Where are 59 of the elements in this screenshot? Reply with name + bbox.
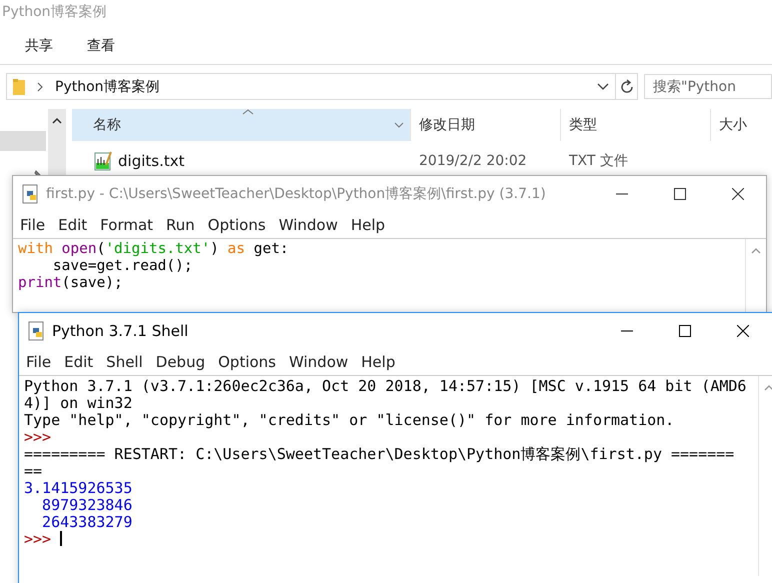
minimize-icon[interactable]	[616, 193, 628, 195]
close-icon[interactable]	[737, 325, 749, 337]
column-header[interactable]: 修改日期	[411, 109, 561, 141]
window-title: Python 3.7.1 Shell	[52, 322, 188, 340]
python-shell-icon	[28, 321, 46, 341]
window-title: Python博客案例	[1, 3, 108, 22]
console-line: ========= RESTART: C:\Users\SweetTeacher\Desktop\Python博客案例\first.py =======	[24, 446, 736, 463]
menu-item[interactable]: Options	[218, 353, 276, 371]
modified-date: 2019/2/2 20:02	[419, 153, 528, 169]
window-title: first.py - C:\Users\SweetTeacher\Desktop\Python博客案例\first.py (3.7.1)	[46, 185, 546, 203]
menu-item[interactable]: Debug	[156, 353, 206, 371]
code-line: save=get.read();	[52, 258, 194, 275]
menu-item[interactable]: Format	[100, 216, 154, 234]
menu-item[interactable]: Help	[350, 216, 386, 234]
address-text: Python博客案例	[55, 78, 161, 96]
column-header[interactable]: 类型	[561, 109, 711, 141]
close-icon[interactable]	[732, 188, 744, 200]
ribbon-tab[interactable]: 共享	[25, 37, 53, 64]
chevron-right-icon	[37, 82, 43, 92]
menu-item[interactable]: Window	[278, 216, 338, 234]
menu-item[interactable]: File	[20, 216, 46, 234]
ribbon-tab[interactable]: 查看	[87, 37, 115, 64]
shell-console[interactable]	[19, 375, 772, 576]
refresh-button[interactable]	[615, 73, 638, 100]
file-name[interactable]: digits.txt	[118, 152, 184, 170]
console-line: 8979323846	[41, 497, 134, 514]
menu-item[interactable]: Options	[208, 216, 266, 234]
menu-item[interactable]: Edit	[64, 353, 94, 371]
folder-icon	[13, 78, 25, 94]
scroll-up-icon[interactable]	[52, 117, 62, 125]
address-bar[interactable]: Python博客案例	[6, 73, 616, 100]
column-header[interactable]: 大小	[711, 109, 772, 141]
console-line: ==	[24, 463, 44, 480]
console-line: >>>	[24, 429, 52, 446]
menu-item[interactable]: Shell	[106, 353, 143, 371]
code-line: print(save);	[18, 275, 124, 292]
code-line: with open('digits.txt') as get:	[18, 241, 290, 258]
menu-item[interactable]: Edit	[58, 216, 88, 234]
console-line: Python 3.7.1 (v3.7.1:260ec2c36a, Oct 20 2018, 14:57:15) [MSC v.1915 64 bit (AMD6	[24, 378, 748, 395]
console-line: >>>	[24, 531, 758, 548]
search-field[interactable]: 搜索"Python	[644, 74, 772, 99]
nav-item-highlight	[0, 131, 46, 151]
refresh-icon	[618, 78, 635, 94]
maximize-icon[interactable]	[679, 325, 691, 337]
console-line: Type "help", "copyright", "credits" or "license()" for more information.	[24, 412, 676, 429]
console-line: 3.1415926535	[24, 480, 134, 497]
file-type: TXT 文件	[569, 152, 628, 170]
minimize-icon[interactable]	[621, 330, 633, 332]
python-file-icon	[22, 184, 40, 204]
column-header[interactable]: 名称	[72, 109, 411, 141]
console-line: 2643383279	[41, 514, 134, 531]
dropdown-icon[interactable]	[597, 82, 610, 90]
menu-item[interactable]: Window	[289, 353, 348, 371]
text-file-icon	[94, 151, 112, 171]
menu-item[interactable]: Help	[361, 353, 396, 371]
menu-item[interactable]: File	[26, 353, 52, 371]
console-line: 4)] on win32	[24, 395, 134, 412]
maximize-icon[interactable]	[674, 188, 686, 200]
menu-item[interactable]: Run	[166, 216, 195, 234]
